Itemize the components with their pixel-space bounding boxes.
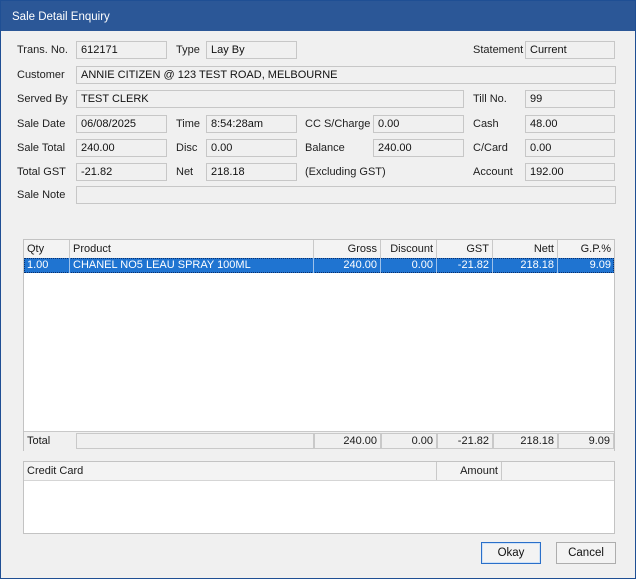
statement-field[interactable]: Current bbox=[525, 41, 615, 59]
till-no-field[interactable]: 99 bbox=[525, 90, 615, 108]
sale-total-label: Sale Total bbox=[17, 142, 66, 154]
col-header-nett[interactable]: Nett bbox=[493, 240, 558, 258]
total-gst-label: Total GST bbox=[17, 166, 66, 178]
col-header-qty[interactable]: Qty bbox=[24, 240, 70, 258]
okay-button[interactable]: Okay bbox=[481, 542, 541, 564]
account-label: Account bbox=[473, 166, 513, 178]
balance-label: Balance bbox=[305, 142, 345, 154]
grid-totals-row: Total 240.00 0.00 -21.82 218.18 9.09 bbox=[24, 431, 614, 451]
cell-qty: 1.00 bbox=[24, 258, 70, 273]
cell-discount: 0.00 bbox=[381, 258, 437, 273]
totals-label: Total bbox=[27, 435, 51, 447]
cell-product: CHANEL NO5 LEAU SPRAY 100ML bbox=[70, 258, 314, 273]
sale-detail-enquiry-dialog: Sale Detail Enquiry Trans. No. 612171 Ty… bbox=[0, 0, 636, 579]
sale-items-grid[interactable]: Qty Product Gross Discount GST Nett G.P.… bbox=[23, 239, 615, 451]
col-header-blank bbox=[502, 462, 614, 480]
type-label: Type bbox=[176, 44, 200, 56]
disc-label: Disc bbox=[176, 142, 198, 154]
served-by-field[interactable]: TEST CLERK bbox=[76, 90, 464, 108]
cash-field[interactable]: 48.00 bbox=[525, 115, 615, 133]
time-label: Time bbox=[176, 118, 201, 130]
totals-discount: 0.00 bbox=[381, 433, 437, 449]
totals-gross: 240.00 bbox=[314, 433, 381, 449]
disc-field[interactable]: 0.00 bbox=[206, 139, 297, 157]
account-field[interactable]: 192.00 bbox=[525, 163, 615, 181]
col-header-product[interactable]: Product bbox=[70, 240, 314, 258]
excluding-gst-note: (Excluding GST) bbox=[305, 166, 386, 178]
time-field[interactable]: 8:54:28am bbox=[206, 115, 297, 133]
cc-surcharge-field[interactable]: 0.00 bbox=[373, 115, 464, 133]
totals-nett: 218.18 bbox=[493, 433, 558, 449]
sale-date-field[interactable]: 06/08/2025 bbox=[76, 115, 167, 133]
col-header-gross[interactable]: Gross bbox=[314, 240, 381, 258]
title-bar[interactable]: Sale Detail Enquiry bbox=[1, 1, 635, 31]
net-label: Net bbox=[176, 166, 194, 178]
statement-label: Statement bbox=[473, 44, 524, 56]
net-field[interactable]: 218.18 bbox=[206, 163, 297, 181]
total-gst-field[interactable]: -21.82 bbox=[76, 163, 167, 181]
window-title: Sale Detail Enquiry bbox=[12, 11, 110, 23]
balance-field[interactable]: 240.00 bbox=[373, 139, 464, 157]
cell-gst: -21.82 bbox=[437, 258, 493, 273]
till-no-label: Till No. bbox=[473, 93, 507, 105]
col-header-amount[interactable]: Amount bbox=[437, 462, 502, 480]
totals-gp: 9.09 bbox=[558, 433, 614, 449]
trans-no-field[interactable]: 612171 bbox=[76, 41, 167, 59]
totals-gst: -21.82 bbox=[437, 433, 493, 449]
type-field[interactable]: Lay By bbox=[206, 41, 297, 59]
sale-note-field[interactable] bbox=[76, 186, 616, 204]
ccard-field[interactable]: 0.00 bbox=[525, 139, 615, 157]
col-header-credit-card[interactable]: Credit Card bbox=[24, 462, 437, 480]
cell-gross: 240.00 bbox=[314, 258, 381, 273]
totals-product-empty bbox=[76, 433, 314, 449]
served-by-label: Served By bbox=[17, 93, 68, 105]
col-header-gp[interactable]: G.P.% bbox=[558, 240, 614, 258]
col-header-discount[interactable]: Discount bbox=[381, 240, 437, 258]
cancel-button[interactable]: Cancel bbox=[556, 542, 616, 564]
grid-header: Qty Product Gross Discount GST Nett G.P.… bbox=[24, 240, 614, 259]
cc-surcharge-label: CC S/Charge bbox=[305, 118, 371, 130]
credit-grid-header: Credit Card Amount bbox=[24, 462, 614, 481]
col-header-gst[interactable]: GST bbox=[437, 240, 493, 258]
customer-field[interactable]: ANNIE CITIZEN @ 123 TEST ROAD, MELBOURNE bbox=[76, 66, 616, 84]
credit-card-grid[interactable]: Credit Card Amount bbox=[23, 461, 615, 534]
sale-date-label: Sale Date bbox=[17, 118, 66, 130]
sale-note-label: Sale Note bbox=[17, 189, 66, 201]
ccard-label: C/Card bbox=[473, 142, 508, 154]
trans-no-label: Trans. No. bbox=[17, 44, 68, 56]
sale-total-field[interactable]: 240.00 bbox=[76, 139, 167, 157]
cell-gp: 9.09 bbox=[589, 259, 611, 271]
cash-label: Cash bbox=[473, 118, 499, 130]
customer-label: Customer bbox=[17, 69, 65, 81]
table-row[interactable]: 1.00 CHANEL NO5 LEAU SPRAY 100ML 240.00 … bbox=[24, 258, 614, 273]
cell-nett: 218.18 bbox=[493, 258, 558, 273]
